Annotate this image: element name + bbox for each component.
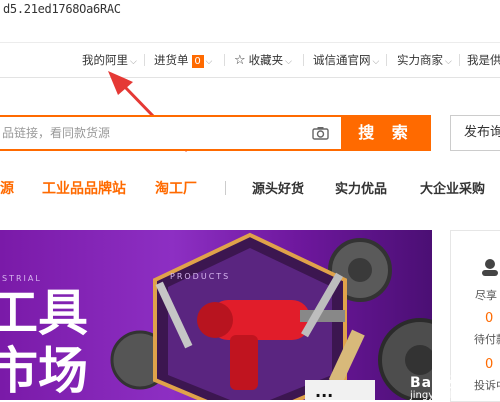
banner-headline-2: 市场 xyxy=(0,342,88,400)
category-enterprise-purchase[interactable]: 大企业采购 xyxy=(420,178,485,197)
search-button[interactable]: 搜 索 xyxy=(341,115,431,151)
category-taogongchang[interactable]: 淘工厂 xyxy=(155,178,197,198)
category-divider xyxy=(225,181,226,195)
user-icon xyxy=(482,259,498,276)
pending-payment-count[interactable]: 0 xyxy=(485,311,493,326)
banner-arc-text-right: PRODUCTS xyxy=(170,272,231,281)
svg-text:...: ... xyxy=(315,382,333,400)
category-strength-quality[interactable]: 实力优品 xyxy=(335,178,387,197)
baidu-jingyan-watermark: Bai经验 xyxy=(410,375,468,391)
camera-icon[interactable] xyxy=(312,125,329,144)
publish-inquiry-button[interactable]: 发布询 xyxy=(450,115,500,151)
watermark-url: jingyan.baidu.com xyxy=(410,390,500,401)
complaint-count[interactable]: 0 xyxy=(485,357,493,372)
search-box xyxy=(0,115,344,151)
promo-banner[interactable]: ... STRIAL PRODUCTS 工具 市场 xyxy=(0,230,432,400)
banner-headline-1: 工具 xyxy=(0,284,88,342)
category-source-goods[interactable]: 源头好货 xyxy=(252,178,304,197)
category-source[interactable]: 源 xyxy=(0,178,14,198)
category-industrial-brand[interactable]: 工业品品牌站 xyxy=(42,178,126,198)
side-greeting: 尽享 xyxy=(475,289,497,302)
banner-arc-text-left: STRIAL xyxy=(2,274,42,283)
search-input[interactable] xyxy=(0,117,302,149)
pending-payment-label[interactable]: 待付款 xyxy=(474,331,500,347)
